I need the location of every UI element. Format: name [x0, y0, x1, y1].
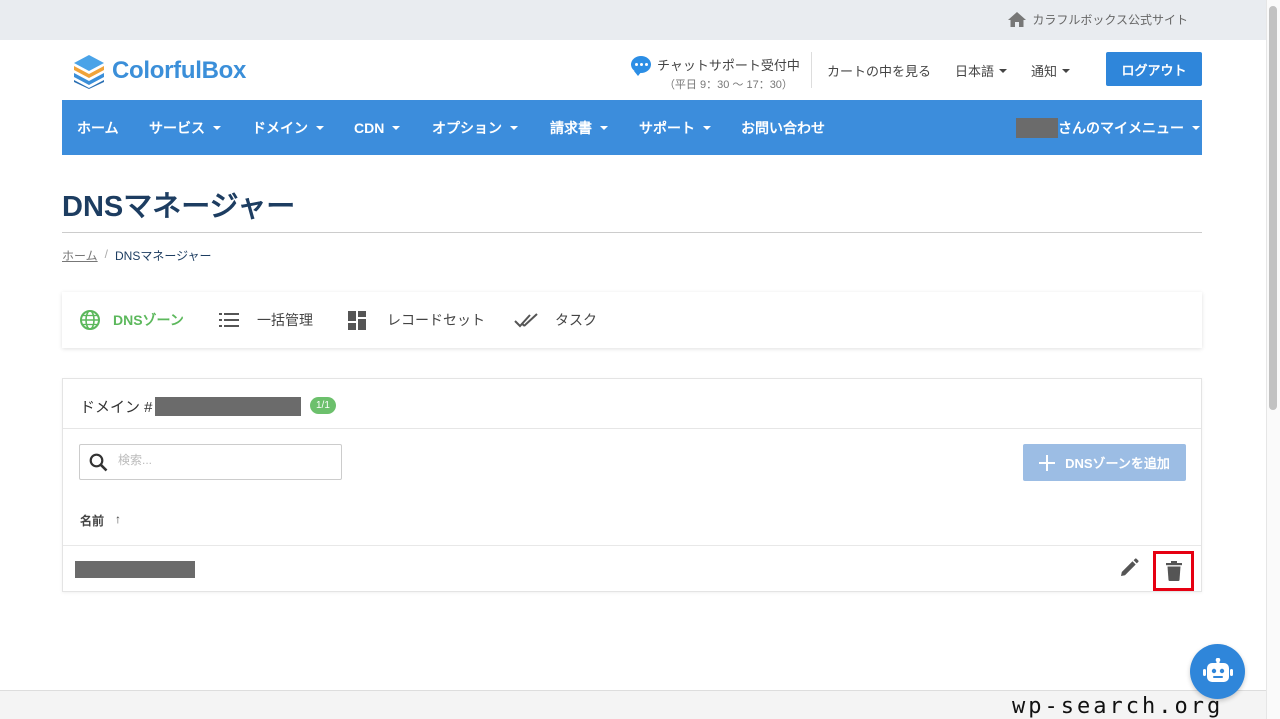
tab-label: 一括管理	[257, 312, 313, 328]
home-icon	[1008, 12, 1027, 27]
tab-dns-zones[interactable]: DNSゾーン	[79, 292, 184, 348]
breadcrumb-home-link[interactable]: ホーム	[62, 247, 98, 264]
add-dns-zone-button[interactable]: DNSゾーンを追加	[1023, 444, 1186, 481]
search-input[interactable]	[118, 453, 333, 467]
nav-item-home[interactable]: ホーム	[77, 100, 119, 155]
redacted-zone-name	[75, 561, 195, 578]
nav-item-label: CDN	[354, 119, 385, 136]
table-row	[63, 545, 1201, 593]
trash-icon	[1165, 561, 1182, 581]
chevron-down-icon	[1062, 68, 1071, 73]
pencil-icon	[1121, 558, 1139, 576]
double-check-icon	[514, 313, 538, 328]
search-box	[79, 444, 342, 480]
nav-item-label: ドメイン	[252, 119, 308, 136]
panel-title-label: ドメイン #	[80, 399, 153, 416]
plus-icon	[1039, 454, 1056, 471]
nav-item-cdn[interactable]: CDN	[354, 100, 401, 155]
logout-button[interactable]: ログアウト	[1106, 52, 1202, 86]
chevron-down-icon	[999, 68, 1008, 73]
nav-item-label: 請求書	[550, 119, 592, 136]
nav-item-contact[interactable]: お問い合わせ	[741, 100, 825, 155]
nav-item-invoices[interactable]: 請求書	[550, 100, 608, 155]
page-title: DNSマネージャー	[62, 191, 296, 223]
robot-icon	[1202, 657, 1233, 682]
chat-support-hours: （平日 9：30 〜 17：30）	[663, 79, 793, 91]
nav-item-label: オプション	[432, 119, 502, 136]
dns-tabs: DNSゾーン 一括管理 レコードセット タスク	[62, 292, 1202, 348]
delete-zone-button[interactable]	[1153, 551, 1194, 591]
notifications-label: 通知	[1031, 64, 1058, 79]
official-site-link[interactable]: カラフルボックス公式サイト	[1007, 11, 1188, 28]
chevron-down-icon	[316, 125, 324, 130]
logo-cube-icon	[74, 55, 104, 89]
notifications-dropdown[interactable]: 通知	[1031, 61, 1071, 80]
top-strip: カラフルボックス公式サイト	[0, 0, 1266, 40]
search-icon	[89, 453, 108, 472]
view-cart-label: カートの中を見る	[827, 64, 932, 79]
official-site-label: カラフルボックス公式サイト	[1032, 13, 1188, 27]
list-icon	[219, 313, 239, 327]
edit-zone-button[interactable]	[1119, 558, 1139, 583]
tab-record-sets[interactable]: レコードセット	[348, 292, 485, 348]
logo[interactable]: ColorfulBox	[72, 53, 246, 89]
chat-support[interactable]: チャットサポート受付中 （平日 9：30 〜 17：30）	[631, 55, 800, 92]
nav-item-domains[interactable]: ドメイン	[252, 100, 324, 155]
chat-support-title: チャットサポート受付中	[657, 58, 800, 73]
add-dns-zone-label: DNSゾーンを追加	[1065, 456, 1170, 471]
watermark: wp-search.org	[1012, 694, 1224, 719]
dns-zone-panel: ドメイン # 1/1 DNSゾーンを追加 名前 ↑	[62, 378, 1202, 592]
dashboard-icon	[348, 310, 366, 330]
chevron-down-icon	[600, 125, 608, 130]
nav-item-options[interactable]: オプション	[432, 100, 518, 155]
nav-item-label: サポート	[639, 119, 695, 136]
panel-title: ドメイン #	[80, 396, 301, 417]
tab-label: DNSゾーン	[113, 312, 184, 328]
user-menu-label: さんのマイメニュー	[1058, 119, 1184, 136]
nav-item-label: お問い合わせ	[741, 119, 825, 136]
nav-item-support[interactable]: サポート	[639, 100, 711, 155]
tab-label: タスク	[555, 312, 597, 328]
sort-ascending-icon: ↑	[115, 512, 122, 526]
user-menu[interactable]: さんのマイメニュー	[1016, 100, 1200, 155]
language-dropdown[interactable]: 日本語	[955, 61, 1008, 80]
name-column-header[interactable]: 名前 ↑	[80, 512, 121, 529]
chevron-down-icon	[703, 125, 711, 130]
header-divider	[811, 52, 812, 88]
chevron-down-icon	[213, 125, 221, 130]
redacted-username	[1016, 117, 1058, 138]
language-label: 日本語	[955, 64, 995, 79]
nav-item-label: ホーム	[77, 119, 119, 136]
redacted-domain-id	[154, 397, 301, 416]
tab-tasks[interactable]: タスク	[514, 292, 597, 348]
name-column-label: 名前	[80, 514, 105, 528]
globe-icon	[80, 310, 100, 330]
chatbot-button[interactable]	[1190, 644, 1245, 699]
breadcrumb-current: DNSマネージャー	[114, 249, 212, 263]
view-cart-link[interactable]: カートの中を見る	[827, 61, 931, 80]
tab-label: レコードセット	[387, 312, 485, 328]
logo-text: ColorfulBox	[112, 57, 247, 84]
breadcrumb-separator: /	[104, 247, 108, 261]
main-nav: ホーム サービス ドメイン CDN オプション 請求書 サポート お問い合わせ …	[62, 100, 1202, 155]
chevron-down-icon	[392, 125, 401, 130]
zone-count-badge: 1/1	[310, 397, 336, 414]
tab-bulk-management[interactable]: 一括管理	[219, 292, 313, 348]
scrollbar[interactable]	[1266, 0, 1280, 719]
breadcrumb: ホーム / DNSマネージャー	[62, 247, 211, 264]
title-divider	[62, 232, 1202, 233]
chevron-down-icon	[510, 125, 518, 130]
nav-item-label: サービス	[149, 119, 205, 136]
scrollbar-thumb[interactable]	[1269, 6, 1277, 410]
nav-item-services[interactable]: サービス	[149, 100, 221, 155]
chevron-down-icon	[1192, 125, 1200, 130]
panel-header: ドメイン # 1/1	[63, 379, 1201, 429]
chat-bubble-icon	[631, 56, 651, 76]
